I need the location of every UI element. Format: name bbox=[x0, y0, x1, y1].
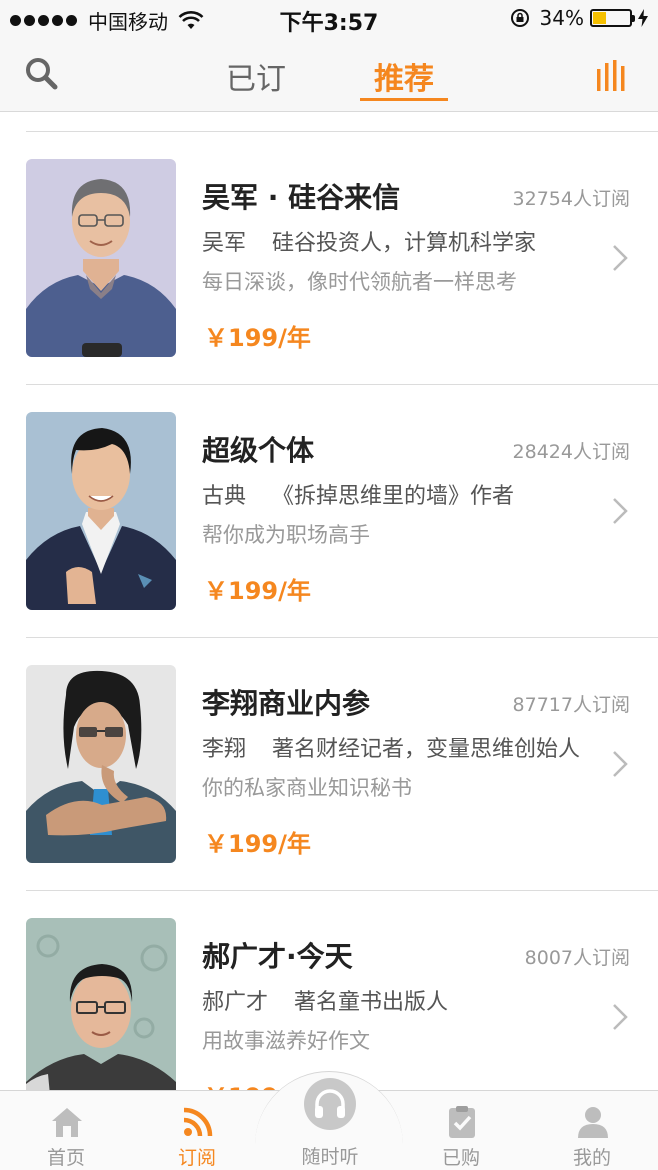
author-photo bbox=[26, 665, 176, 863]
bars-icon[interactable] bbox=[596, 60, 630, 92]
battery-icon bbox=[590, 9, 635, 27]
app-screen: 中国移动 下午3:57 34% 已订 推荐 吴军 · 硅谷来信 32754人订阅… bbox=[0, 0, 658, 1170]
tab-home-label: 首页 bbox=[46, 1147, 85, 1169]
tab-purchased-label: 已购 bbox=[441, 1147, 480, 1169]
battery-level-fill bbox=[593, 12, 606, 24]
tab-recommend[interactable]: 推荐 bbox=[360, 54, 448, 98]
author-line: 郝广才 著名童书出版人 bbox=[202, 984, 448, 1016]
price: ￥199/年 bbox=[204, 577, 311, 605]
author-name: 古典 bbox=[202, 484, 247, 509]
author-photo bbox=[26, 159, 176, 357]
price: ￥199/年 bbox=[204, 324, 311, 352]
chevron-right-icon bbox=[613, 498, 628, 524]
column-description: 帮你成为职场高手 bbox=[202, 523, 370, 547]
chevron-right-icon bbox=[613, 245, 628, 271]
list-item[interactable]: 吴军 · 硅谷来信 32754人订阅 吴军 硅谷投资人，计算机科学家 每日深谈，像… bbox=[0, 132, 658, 385]
column-title: 超级个体 bbox=[202, 434, 315, 467]
tab-home[interactable]: 首页 bbox=[6, 1091, 126, 1170]
tab-me[interactable]: 我的 bbox=[532, 1091, 652, 1170]
author-role: 著名财经记者，变量思维创始人 bbox=[272, 737, 581, 762]
column-title: 吴军 · 硅谷来信 bbox=[202, 181, 401, 214]
author-role: 《拆掉思维里的墙》作者 bbox=[272, 484, 515, 509]
headphones-icon bbox=[315, 1089, 345, 1118]
tab-me-label: 我的 bbox=[572, 1147, 611, 1169]
status-bar: 中国移动 下午3:57 34% bbox=[0, 0, 658, 40]
author-photo bbox=[26, 918, 176, 1116]
column-description: 用故事滋养好作文 bbox=[202, 1029, 370, 1053]
author-photo bbox=[26, 412, 176, 610]
purchased-icon bbox=[449, 1106, 475, 1138]
list-item[interactable]: 超级个体 28424人订阅 古典 《拆掉思维里的墙》作者 帮你成为职场高手 ￥19… bbox=[0, 385, 658, 638]
author-line: 古典 《拆掉思维里的墙》作者 bbox=[202, 478, 514, 510]
tab-purchased[interactable]: 已购 bbox=[401, 1091, 521, 1170]
author-name: 郝广才 bbox=[202, 990, 269, 1015]
column-list[interactable]: 吴军 · 硅谷来信 32754人订阅 吴军 硅谷投资人，计算机科学家 每日深谈，像… bbox=[0, 132, 658, 1144]
tab-subscriptions-label: 订阅 bbox=[177, 1147, 216, 1169]
author-line: 李翔 著名财经记者，变量思维创始人 bbox=[202, 731, 580, 763]
tab-subscriptions[interactable]: 订阅 bbox=[137, 1091, 257, 1170]
column-description: 每日深谈，像时代领航者一样思考 bbox=[202, 270, 517, 294]
listen-button-circle bbox=[304, 1078, 356, 1130]
chevron-right-icon bbox=[613, 1004, 628, 1030]
rss-icon bbox=[183, 1107, 213, 1137]
search-icon[interactable] bbox=[22, 54, 62, 94]
chevron-right-icon bbox=[613, 751, 628, 777]
author-role: 著名童书出版人 bbox=[294, 990, 449, 1015]
author-line: 吴军 硅谷投资人，计算机科学家 bbox=[202, 225, 536, 257]
charging-icon bbox=[638, 9, 648, 27]
home-icon bbox=[52, 1108, 82, 1137]
profile-icon bbox=[578, 1107, 608, 1138]
column-title: 郝广才·今天 bbox=[202, 940, 353, 973]
price: ￥199/年 bbox=[204, 830, 311, 858]
subscriber-count: 87717人订阅 bbox=[512, 694, 630, 716]
author-role: 硅谷投资人，计算机科学家 bbox=[272, 231, 537, 256]
column-title: 李翔商业内参 bbox=[202, 687, 371, 720]
subscriber-count: 32754人订阅 bbox=[512, 188, 630, 210]
subscriber-count: 8007人订阅 bbox=[524, 947, 630, 969]
tab-listen-anytime[interactable]: 随时听 bbox=[290, 1074, 370, 1170]
orientation-lock-icon bbox=[510, 9, 529, 27]
status-right: 34% bbox=[510, 6, 648, 30]
subscriber-count: 28424人订阅 bbox=[512, 441, 630, 463]
author-name: 吴军 bbox=[202, 231, 247, 256]
list-item[interactable]: 李翔商业内参 87717人订阅 李翔 著名财经记者，变量思维创始人 你的私家商业知… bbox=[0, 638, 658, 891]
author-name: 李翔 bbox=[202, 737, 247, 762]
tab-subscribed[interactable]: 已订 bbox=[226, 54, 286, 98]
column-description: 你的私家商业知识秘书 bbox=[202, 776, 412, 800]
tab-listen-label: 随时听 bbox=[301, 1146, 359, 1168]
active-tab-indicator bbox=[360, 98, 448, 101]
battery-percent: 34% bbox=[539, 6, 584, 30]
top-nav: 已订 推荐 bbox=[0, 40, 658, 112]
